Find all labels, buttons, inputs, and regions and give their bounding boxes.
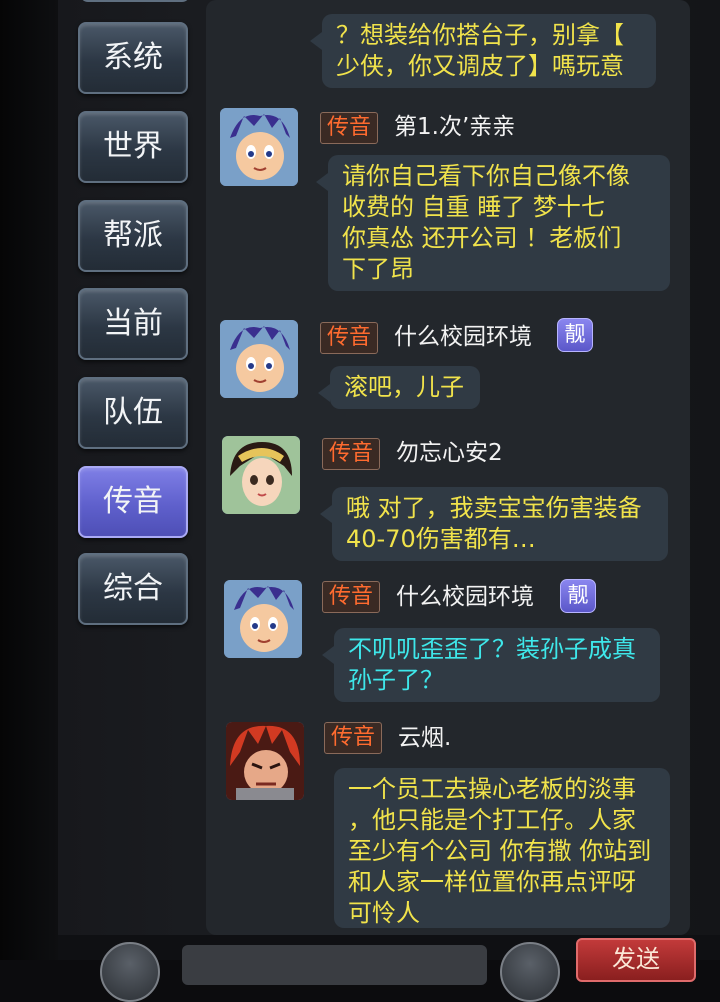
message-line: 滚吧，儿子	[344, 373, 464, 401]
message-line: 少侠，你又调皮了】嗎玩意	[336, 52, 624, 80]
channel-tag: 传音	[324, 722, 383, 754]
tab-guild[interactable]: 帮派	[78, 200, 188, 272]
tab-world[interactable]: 世界	[78, 111, 188, 183]
channel-tag: 传音	[322, 581, 381, 613]
message-line: 和人家一样位置你再点评呀	[348, 868, 636, 896]
tab-current[interactable]: 当前	[78, 288, 188, 360]
message-line: 40-70伤害都有…	[346, 525, 536, 553]
message-line: 收费的 自重 睡了 梦十七	[342, 193, 605, 221]
message-line: ？想装给你搭台子，别拿【	[336, 21, 624, 49]
sender-name[interactable]: 什么校园环境	[394, 322, 532, 352]
channel-tag: 传音	[322, 438, 381, 470]
message-line: 下了昂	[342, 255, 414, 283]
emoji-icon[interactable]	[500, 942, 560, 1002]
message-line: 请你自己看下你自己像不像	[342, 162, 630, 190]
tab-whisper[interactable]: 传音	[78, 466, 188, 538]
message-line: ，他只能是个打工仔。人家	[348, 806, 636, 834]
channel-tag: 传音	[320, 322, 379, 354]
blue-hair-boy-avatar[interactable]	[220, 320, 298, 398]
message-bubble: 不叽叽歪歪了？装孙子成真 孙子了？	[322, 628, 660, 702]
sender-name[interactable]: 勿忘心安2	[396, 438, 503, 468]
blue-hair-boy-avatar[interactable]	[224, 580, 302, 658]
message-line: 至少有个公司 你有撒 你站到	[348, 837, 652, 865]
sender-name[interactable]: 第1.次’亲亲	[394, 112, 515, 142]
tab-system[interactable]: 系统	[78, 22, 188, 94]
red-hair-warrior-avatar[interactable]	[226, 722, 304, 800]
send-button[interactable]: 发送	[576, 938, 696, 982]
message-line: 你真怂 还开公司 ！老板们	[342, 224, 622, 252]
message-line: 孙子了？	[348, 666, 444, 694]
message-bubble: 滚吧，儿子	[318, 366, 480, 409]
channel-tag: 传音	[320, 112, 379, 144]
message-bubble: 一个员工去操心老板的淡事 ，他只能是个打工仔。人家 至少有个公司 你有撒 你站到…	[334, 768, 670, 928]
vip-badge: 靓	[560, 579, 596, 613]
message-line: 不叽叽歪歪了？装孙子成真	[348, 635, 636, 663]
voice-icon[interactable]	[100, 942, 160, 1002]
tab-all[interactable]: 综合	[78, 553, 188, 625]
message-line: 可怜人	[348, 899, 420, 927]
sender-name[interactable]: 云烟.	[398, 723, 451, 753]
device-bezel	[0, 0, 58, 960]
chat-input[interactable]	[182, 945, 487, 985]
channel-tabs: 系统 世界 帮派 当前 队伍 传音 综合	[72, 0, 192, 960]
message-line: 一个员工去操心老板的淡事	[348, 775, 636, 803]
girl-headdress-avatar[interactable]	[222, 436, 300, 514]
message-bubble: ？想装给你搭台子，别拿【 少侠，你又调皮了】嗎玩意	[310, 14, 656, 88]
vip-badge: 靓	[557, 318, 593, 352]
sender-name[interactable]: 什么校园环境	[396, 582, 534, 612]
message-line: 哦 对了，我卖宝宝伤害装备	[346, 494, 642, 522]
blue-hair-boy-avatar[interactable]	[220, 108, 298, 186]
tab-team[interactable]: 队伍	[78, 377, 188, 449]
message-bubble: 请你自己看下你自己像不像 收费的 自重 睡了 梦十七 你真怂 还开公司 ！老板们…	[316, 155, 670, 291]
message-bubble: 哦 对了，我卖宝宝伤害装备 40-70伤害都有…	[320, 487, 668, 561]
